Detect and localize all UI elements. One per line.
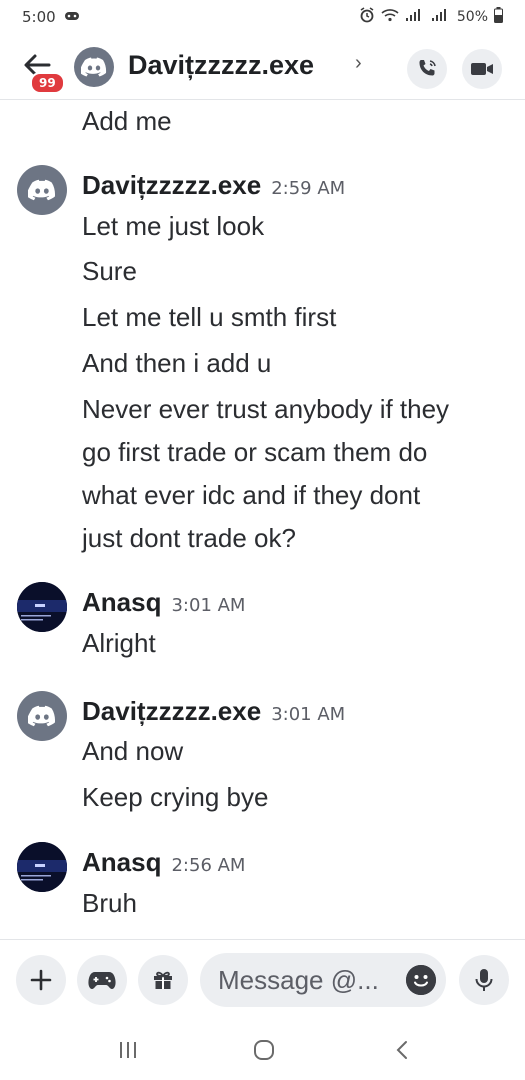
message-header: Davițzzzzz.exe 2:59 AM (82, 170, 345, 201)
message-line: Never ever trust anybody if they (82, 394, 450, 424)
voice-message-button[interactable] (459, 955, 509, 1005)
video-call-button[interactable] (462, 49, 502, 89)
author-name[interactable]: Anasq (82, 587, 161, 618)
unread-badge: 99 (30, 72, 65, 94)
game-notification-icon (64, 10, 80, 25)
chevron-right-icon[interactable]: › (355, 52, 362, 75)
status-bar: 5:00 50% (0, 0, 525, 34)
status-right: 50% (359, 7, 503, 27)
emoji-button[interactable] (406, 965, 436, 995)
message-input[interactable] (218, 964, 398, 996)
channel-header: 99 Davițzzzzz.exe › (0, 36, 525, 100)
message-input-box[interactable] (200, 953, 446, 1007)
battery-icon (494, 7, 503, 27)
message-timestamp: 2:56 AM (171, 855, 246, 876)
signal-icon-2 (431, 8, 451, 26)
smiley-icon (406, 965, 436, 995)
alarm-icon (359, 7, 375, 27)
activities-button[interactable] (77, 955, 127, 1005)
phone-icon (419, 60, 436, 76)
message-line: And then i add u (82, 348, 272, 378)
voice-call-button[interactable] (407, 49, 447, 89)
message-composer (0, 950, 525, 1012)
author-name[interactable]: Anasq (82, 847, 161, 878)
message-timestamp: 2:59 AM (271, 178, 346, 199)
gift-button[interactable] (138, 955, 188, 1005)
status-time: 5:00 (22, 8, 56, 26)
chevron-left-icon (396, 1041, 407, 1059)
author-name[interactable]: Davițzzzzz.exe (82, 696, 261, 727)
message-timestamp: 3:01 AM (271, 704, 346, 725)
home-icon (254, 1040, 274, 1060)
plus-icon (30, 969, 52, 991)
video-camera-icon (471, 63, 493, 75)
gamepad-icon (88, 972, 116, 989)
author-avatar[interactable] (17, 842, 67, 892)
message-line: Alright (82, 628, 156, 658)
message-line: go first trade or scam them do (82, 437, 428, 467)
message-line: Keep crying bye (82, 782, 269, 812)
microphone-icon (475, 969, 493, 991)
recent-apps-icon (120, 1042, 136, 1058)
message-list[interactable]: Add me Davițzzzzz.exe 2:59 AM Let me jus… (0, 101, 525, 939)
message-timestamp: 3:01 AM (171, 595, 246, 616)
message-header: Anasq 2:56 AM (82, 847, 245, 878)
battery-percent: 50% (456, 9, 488, 25)
discord-icon (81, 57, 107, 77)
message-line: Bruh (82, 888, 137, 918)
profile-photo (17, 842, 67, 892)
channel-avatar[interactable] (74, 47, 114, 87)
wifi-icon (381, 8, 399, 26)
message-line: just dont trade ok? (82, 523, 296, 553)
author-name[interactable]: Davițzzzzz.exe (82, 170, 261, 201)
gift-icon (154, 971, 172, 989)
message-line: what ever idc and if they dont (82, 480, 421, 510)
channel-name[interactable]: Davițzzzzz.exe (128, 50, 314, 81)
system-back-button[interactable] (388, 1034, 416, 1066)
message-line: And now (82, 736, 184, 766)
discord-icon (28, 179, 56, 201)
author-avatar[interactable] (17, 165, 67, 215)
composer-divider (0, 939, 525, 940)
message-header: Anasq 3:01 AM (82, 587, 245, 618)
message-line: Let me just look (82, 211, 265, 241)
profile-photo (17, 582, 67, 632)
author-avatar[interactable] (17, 691, 67, 741)
home-button[interactable] (250, 1034, 278, 1066)
recent-apps-button[interactable] (114, 1034, 142, 1066)
attach-button[interactable] (16, 955, 66, 1005)
message-line: Add me (82, 106, 172, 136)
message-line: Let me tell u smth first (82, 302, 337, 332)
author-avatar[interactable] (17, 582, 67, 632)
message-header: Davițzzzzz.exe 3:01 AM (82, 696, 345, 727)
signal-icon (405, 8, 425, 26)
discord-icon (28, 705, 56, 727)
message-line: Sure (82, 256, 137, 286)
system-nav-bar (0, 1020, 525, 1080)
